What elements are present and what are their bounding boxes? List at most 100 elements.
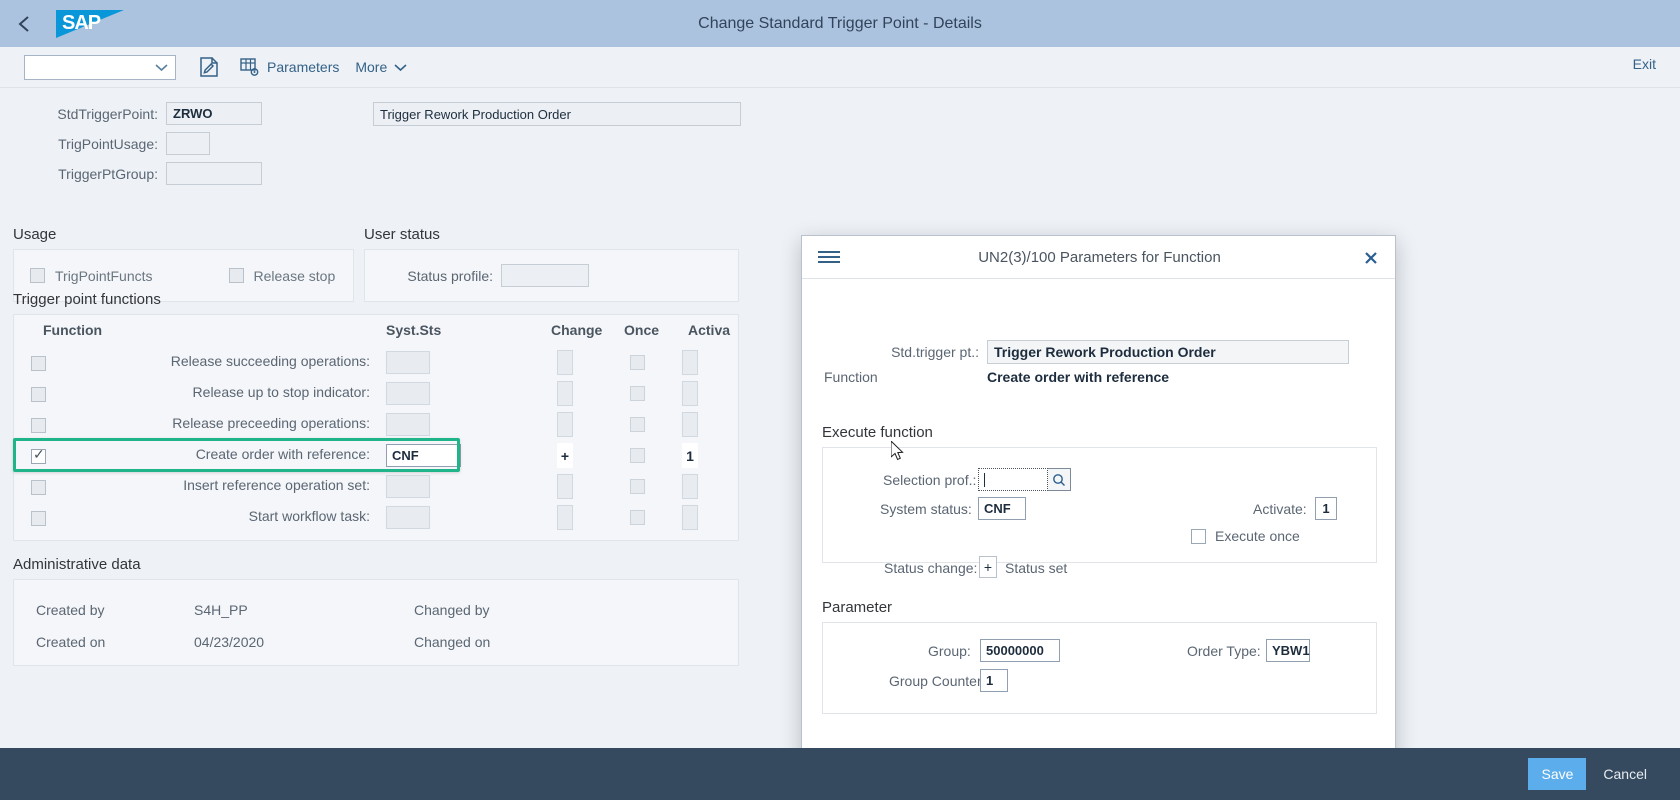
save-button[interactable]: Save <box>1528 758 1587 790</box>
trigger-pt-group-field[interactable] <box>166 162 262 185</box>
row-syst-sts-field[interactable] <box>386 351 430 374</box>
checkbox-release-stop[interactable] <box>228 268 244 283</box>
activate-field[interactable]: 1 <box>1315 497 1337 520</box>
chevron-left-icon <box>18 15 29 32</box>
execute-once-checkbox[interactable] <box>1191 528 1206 544</box>
dialog-header: UN2(3)/100 Parameters for Function <box>802 236 1395 279</box>
page-content: StdTriggerPoint: ZRWO TrigPointUsage: Tr… <box>0 88 1680 800</box>
std-trigger-point-row: StdTriggerPoint: ZRWO <box>0 102 262 125</box>
exit-button[interactable]: Exit <box>1633 56 1656 72</box>
toolbar: Parameters More Exit <box>0 47 1680 88</box>
created-by-label: Created by <box>36 602 105 618</box>
column-header-once: Once <box>624 322 660 338</box>
trig-point-usage-label: TrigPointUsage: <box>58 135 158 152</box>
value-help-icon[interactable] <box>1048 468 1071 491</box>
row-function-label: Release preceeding operations: <box>172 415 370 431</box>
row-select-checkbox[interactable] <box>31 480 46 495</box>
row-activate-field[interactable] <box>682 412 698 437</box>
parameter-panel: Group: 50000000 Order Type: YBW1 Group C… <box>822 622 1377 714</box>
usage-item-label: TrigPointFuncts <box>55 267 153 284</box>
row-once-checkbox[interactable] <box>630 417 645 432</box>
row-once-checkbox[interactable] <box>630 479 645 494</box>
row-once-checkbox[interactable] <box>630 355 645 370</box>
row-syst-sts-field[interactable] <box>386 475 430 498</box>
column-header-function: Function <box>43 322 103 338</box>
group-counter-field[interactable]: 1 <box>980 669 1008 692</box>
row-change-field[interactable] <box>557 505 573 530</box>
row-change-field[interactable] <box>557 474 573 499</box>
close-icon[interactable] <box>1361 248 1381 268</box>
more-label: More <box>355 59 388 75</box>
row-once-checkbox[interactable] <box>630 448 645 463</box>
column-header-syst-sts: Syst.Sts <box>386 322 442 338</box>
row-activate-field[interactable] <box>682 505 698 530</box>
dialog-body: Std.trigger pt.: Trigger Rework Producti… <box>802 279 1395 778</box>
created-on-label: Created on <box>36 634 106 650</box>
row-activate-field[interactable] <box>682 350 698 375</box>
system-status-field[interactable]: CNF <box>978 497 1026 520</box>
text-caret <box>984 472 985 487</box>
usage-item-trigpointfuncts[interactable]: TrigPointFuncts <box>30 268 153 284</box>
selection-prof-input[interactable] <box>978 468 1048 491</box>
sap-logo-text: SAP <box>62 12 101 34</box>
row-syst-sts-field[interactable] <box>386 413 430 436</box>
variant-select[interactable] <box>24 54 176 80</box>
table-row[interactable]: Release succeeding operations: <box>14 349 738 379</box>
row-activate-field[interactable] <box>682 474 698 499</box>
status-change-label: Status change: <box>884 560 978 576</box>
dialog-std-trigger-field[interactable]: Trigger Rework Production Order <box>987 340 1349 364</box>
row-syst-sts-field[interactable] <box>386 506 430 529</box>
chevron-down-icon <box>155 63 168 71</box>
column-header-activa: Activa <box>688 322 731 338</box>
hamburger-icon[interactable] <box>818 245 842 269</box>
execute-function-heading: Execute function <box>822 424 933 441</box>
trigger-pt-group-label: TriggerPtGroup: <box>58 165 158 182</box>
cancel-button[interactable]: Cancel <box>1592 758 1658 790</box>
table-row[interactable]: Start workflow task: <box>14 504 738 534</box>
row-function-label: Release up to stop indicator: <box>192 384 370 400</box>
row-select-checkbox[interactable] <box>31 511 46 526</box>
user-status-heading: User status <box>364 226 440 243</box>
table-row[interactable]: Release preceeding operations: <box>14 411 738 441</box>
std-trigger-point-field[interactable]: ZRWO <box>166 102 262 125</box>
row-select-checkbox[interactable] <box>31 418 46 433</box>
trig-point-usage-field[interactable] <box>166 132 210 155</box>
row-function-label: Start workflow task: <box>248 508 370 524</box>
order-type-field[interactable]: YBW1 <box>1266 639 1310 662</box>
row-once-checkbox[interactable] <box>630 386 645 401</box>
description-field[interactable]: Trigger Rework Production Order <box>373 102 741 126</box>
dialog-function-label: Function <box>824 369 878 385</box>
parameters-dialog: UN2(3)/100 Parameters for Function Std.t… <box>801 235 1396 800</box>
execute-once-label: Execute once <box>1215 528 1300 544</box>
usage-item-label: Release stop <box>253 267 336 284</box>
row-syst-sts-field[interactable] <box>386 382 430 405</box>
table-row[interactable]: Release up to stop indicator: <box>14 380 738 410</box>
row-activate-field[interactable]: 1 <box>682 443 698 468</box>
row-once-checkbox[interactable] <box>630 510 645 525</box>
checkbox-trigpointfuncts[interactable] <box>30 268 45 283</box>
more-button[interactable]: More <box>355 51 407 83</box>
note-edit-icon <box>200 56 218 77</box>
activate-label: Activate: <box>1253 501 1307 517</box>
usage-item-release-stop[interactable]: Release stop <box>228 267 336 284</box>
row-select-checkbox[interactable] <box>31 356 46 371</box>
execute-once-row[interactable]: Execute once <box>1191 528 1300 544</box>
row-change-field[interactable] <box>557 381 573 406</box>
parameters-button[interactable]: Parameters <box>240 51 339 83</box>
group-counter-label: Group Counter: <box>889 673 986 689</box>
row-change-field[interactable] <box>557 350 573 375</box>
back-button[interactable] <box>0 0 48 47</box>
table-row[interactable]: Insert reference operation set: <box>14 473 738 503</box>
row-select-checkbox[interactable] <box>31 387 46 402</box>
row-change-field[interactable]: + <box>557 443 573 468</box>
footer-action-bar: Save Cancel <box>0 748 1680 800</box>
row-activate-field[interactable] <box>682 381 698 406</box>
dialog-title: UN2(3)/100 Parameters for Function <box>978 249 1221 266</box>
page-title: Change Standard Trigger Point - Details <box>698 14 982 32</box>
status-profile-field[interactable] <box>501 264 589 287</box>
edit-note-button[interactable] <box>194 51 224 83</box>
group-field[interactable]: 50000000 <box>980 639 1060 662</box>
status-change-field[interactable]: + <box>979 556 997 578</box>
changed-on-label: Changed on <box>414 634 491 650</box>
row-change-field[interactable] <box>557 412 573 437</box>
